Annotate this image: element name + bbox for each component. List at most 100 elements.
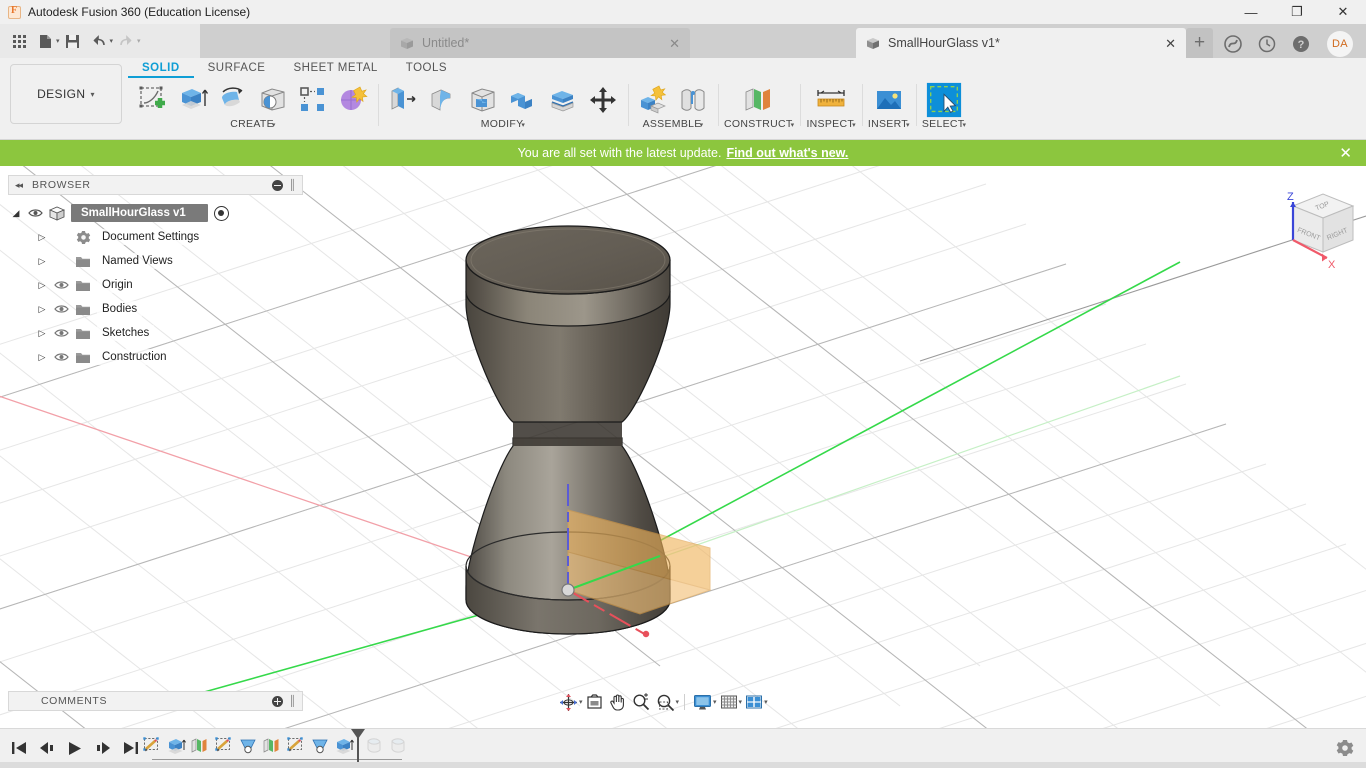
new-document-button[interactable]: [32, 28, 58, 54]
visibility-eye-icon[interactable]: [50, 304, 72, 314]
shell-tool[interactable]: [464, 81, 502, 119]
tree-twisty-icon[interactable]: ▷: [34, 256, 50, 267]
tab-sheet-metal[interactable]: SHEET METAL: [279, 58, 391, 78]
ribbon-group-construct-label[interactable]: CONSTRUCT▾: [724, 118, 794, 130]
tab-smallhourglass[interactable]: SmallHourGlass v1* ✕: [856, 28, 1186, 58]
save-button[interactable]: [60, 28, 86, 54]
timeline-sketch-3[interactable]: [284, 733, 308, 759]
timeline-revolve-2[interactable]: [308, 733, 332, 759]
collapse-panel-icon[interactable]: ◂◂: [15, 180, 23, 191]
tree-twisty-icon[interactable]: ▷: [34, 280, 50, 291]
tree-item-sketches[interactable]: ▷ Sketches: [8, 321, 303, 345]
viewport-layout-button[interactable]: [742, 690, 766, 714]
measure-tool[interactable]: [812, 81, 850, 119]
offset-plane-tool[interactable]: [740, 81, 778, 119]
step-forward-button[interactable]: [92, 735, 114, 761]
viewport-layout-caret-icon[interactable]: ▾: [764, 698, 768, 706]
insert-image-tool[interactable]: [870, 81, 908, 119]
ribbon-group-modify-label[interactable]: MODIFY▾: [481, 118, 525, 130]
ribbon-group-assemble-label[interactable]: ASSEMBLE▾: [643, 118, 704, 130]
timeline-plane-2[interactable]: [260, 733, 284, 759]
minimize-button[interactable]: —: [1228, 0, 1274, 24]
new-component-assemble-tool[interactable]: [634, 81, 672, 119]
tree-item-origin[interactable]: ▷ Origin: [8, 273, 303, 297]
help-icon[interactable]: ?: [1290, 33, 1312, 55]
zoom-button[interactable]: [629, 690, 653, 714]
tab-tools[interactable]: TOOLS: [392, 58, 461, 78]
ribbon-group-insert-label[interactable]: INSERT▾: [868, 118, 910, 130]
grid-snap-button[interactable]: [717, 690, 741, 714]
tree-item-document-settings[interactable]: ▷ Document Settings: [8, 225, 303, 249]
grip-icon[interactable]: ║: [289, 696, 296, 707]
go-to-end-button[interactable]: [120, 735, 142, 761]
ribbon-group-inspect-label[interactable]: INSPECT▾: [806, 118, 855, 130]
app-grid-button[interactable]: [6, 28, 32, 54]
ribbon-group-select-label[interactable]: SELECT▾: [922, 118, 966, 130]
tree-item-bodies[interactable]: ▷ Bodies: [8, 297, 303, 321]
tab-untitled-close-icon[interactable]: ✕: [643, 37, 680, 50]
workspace-switcher-button[interactable]: DESIGN ▾: [10, 64, 122, 124]
tree-item-root[interactable]: ◢ SmallHourGlass v1: [8, 201, 303, 225]
timeline-playhead-marker[interactable]: [351, 729, 365, 763]
go-to-beginning-button[interactable]: [8, 735, 30, 761]
revolve-tool[interactable]: [214, 81, 252, 119]
job-status-clock-icon[interactable]: [1256, 33, 1278, 55]
timeline-extrude-1[interactable]: [164, 733, 188, 759]
tree-item-named-views[interactable]: ▷ Named Views: [8, 249, 303, 273]
undo-button[interactable]: [86, 28, 112, 54]
visibility-eye-icon[interactable]: [50, 352, 72, 362]
banner-close-icon[interactable]: ✕: [1339, 144, 1352, 162]
tree-twisty-icon[interactable]: ▷: [34, 328, 50, 339]
pan-button[interactable]: [606, 690, 629, 714]
orbit-button[interactable]: [556, 690, 581, 714]
display-settings-button[interactable]: [690, 690, 715, 714]
fit-caret-icon[interactable]: ▾: [676, 698, 680, 706]
timeline-plane-1[interactable]: [188, 733, 212, 759]
tab-surface[interactable]: SURFACE: [194, 58, 280, 78]
press-pull-tool[interactable]: [384, 81, 422, 119]
comments-panel[interactable]: COMMENTS ║: [8, 691, 303, 711]
whats-new-link[interactable]: Find out what's new.: [726, 146, 848, 160]
tree-item-construction[interactable]: ▷ Construction: [8, 345, 303, 369]
tree-twisty-icon[interactable]: ▷: [34, 352, 50, 363]
timeline-feature-10[interactable]: [362, 733, 386, 759]
tab-solid[interactable]: SOLID: [128, 58, 194, 78]
close-window-button[interactable]: ✕: [1320, 0, 1366, 24]
timeline-sketch-2[interactable]: [212, 733, 236, 759]
activate-component-radio[interactable]: [213, 205, 229, 221]
play-button[interactable]: [64, 735, 86, 761]
create-sketch-tool[interactable]: [134, 81, 172, 119]
circle-minus-icon[interactable]: [271, 179, 283, 191]
new-tab-button[interactable]: +: [1186, 28, 1213, 58]
tab-untitled[interactable]: Untitled* ✕: [390, 28, 690, 58]
fillet-tool[interactable]: [424, 81, 462, 119]
combine-tool[interactable]: [504, 81, 542, 119]
tab-smallhourglass-close-icon[interactable]: ✕: [1139, 37, 1176, 50]
view-cube[interactable]: TOP FRONT RIGHT Z X: [1265, 180, 1361, 280]
tree-twisty-expanded-icon[interactable]: ◢: [8, 208, 24, 219]
tree-twisty-icon[interactable]: ▷: [34, 232, 50, 243]
joint-tool[interactable]: [674, 81, 712, 119]
visibility-eye-icon[interactable]: [50, 280, 72, 290]
maximize-button[interactable]: ❐: [1274, 0, 1320, 24]
fit-button[interactable]: [653, 690, 678, 714]
redo-button[interactable]: [113, 28, 139, 54]
visibility-eye-icon[interactable]: [50, 328, 72, 338]
grip-icon[interactable]: ║: [289, 180, 296, 191]
ribbon-group-create-label[interactable]: CREATE▾: [230, 118, 275, 130]
timeline-revolve-1[interactable]: [236, 733, 260, 759]
timeline-feature-11[interactable]: [386, 733, 410, 759]
step-back-button[interactable]: [36, 735, 58, 761]
extensions-icon[interactable]: [1222, 33, 1244, 55]
visibility-eye-icon[interactable]: [24, 208, 46, 218]
select-tool[interactable]: [925, 81, 963, 119]
look-at-button[interactable]: [583, 690, 606, 714]
timeline-settings-button[interactable]: [1332, 735, 1358, 761]
pattern-tool[interactable]: [294, 81, 332, 119]
circle-plus-icon[interactable]: [271, 695, 283, 707]
hole-tool[interactable]: [254, 81, 292, 119]
user-avatar[interactable]: DA: [1327, 31, 1353, 57]
move-copy-tool[interactable]: [584, 81, 622, 119]
extrude-tool[interactable]: [174, 81, 212, 119]
split-face-tool[interactable]: [544, 81, 582, 119]
